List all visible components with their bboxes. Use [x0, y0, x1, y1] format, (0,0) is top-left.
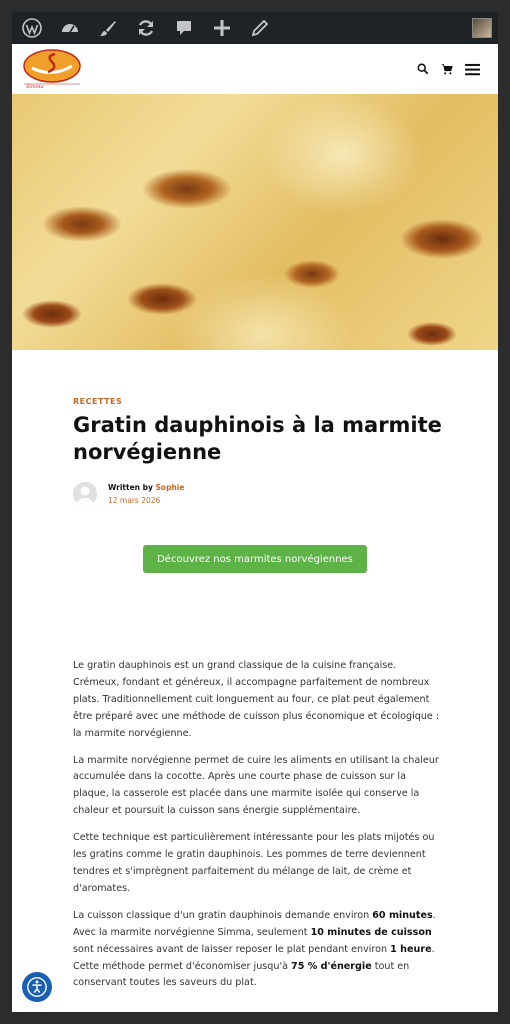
customize-icon[interactable] — [90, 12, 126, 44]
bold-text: 10 minutes de cuisson — [310, 926, 432, 938]
text: La cuisson classique d'un gratin dauphin… — [73, 909, 373, 921]
byline-prefix: Written by — [108, 483, 153, 492]
menu-icon[interactable] — [463, 60, 481, 78]
browser-frame: Simma RECETTES Gratin dauphinois à la ma… — [12, 12, 498, 1012]
user-avatar[interactable] — [472, 18, 492, 38]
text: sont nécessaires avant de laisser repose… — [73, 943, 391, 955]
cart-icon[interactable] — [438, 60, 456, 78]
author-link[interactable]: Sophie — [156, 483, 185, 492]
site-logo[interactable]: Simma — [22, 48, 82, 90]
bold-text: 75 % d'énergie — [291, 960, 372, 972]
bold-text: 1 heure — [390, 943, 432, 955]
author-avatar — [73, 482, 97, 506]
admin-bar — [12, 12, 498, 44]
post-category[interactable]: RECETTES — [73, 397, 122, 406]
paragraph: Cette technique est particulièrement int… — [73, 832, 435, 894]
paragraph: Le gratin dauphinois est un grand classi… — [73, 660, 440, 739]
accessibility-icon[interactable] — [22, 972, 52, 1002]
new-icon[interactable] — [204, 12, 240, 44]
dashboard-icon[interactable] — [52, 12, 88, 44]
post-date: 12 mars 2026 — [108, 496, 161, 505]
bold-text: 60 minutes — [372, 909, 433, 921]
site-header: Simma — [12, 44, 498, 95]
edit-icon[interactable] — [242, 12, 278, 44]
post-body: Le gratin dauphinois est un grand classi… — [73, 658, 441, 1002]
paragraph: La cuisson classique d'un gratin dauphin… — [73, 908, 441, 993]
post-title: Gratin dauphinois à la marmite norvégien… — [73, 413, 442, 464]
wordpress-icon[interactable] — [14, 12, 50, 44]
cta-button[interactable]: Découvrez nos marmites norvégiennes — [143, 545, 367, 573]
byline: Written by Sophie — [108, 483, 184, 492]
comments-icon[interactable] — [166, 12, 202, 44]
svg-text:Simma: Simma — [26, 84, 44, 90]
paragraph: La marmite norvégienne permet de cuire l… — [73, 754, 439, 817]
updates-icon[interactable] — [128, 12, 164, 44]
search-icon[interactable] — [414, 60, 432, 78]
hero-image — [12, 94, 498, 350]
